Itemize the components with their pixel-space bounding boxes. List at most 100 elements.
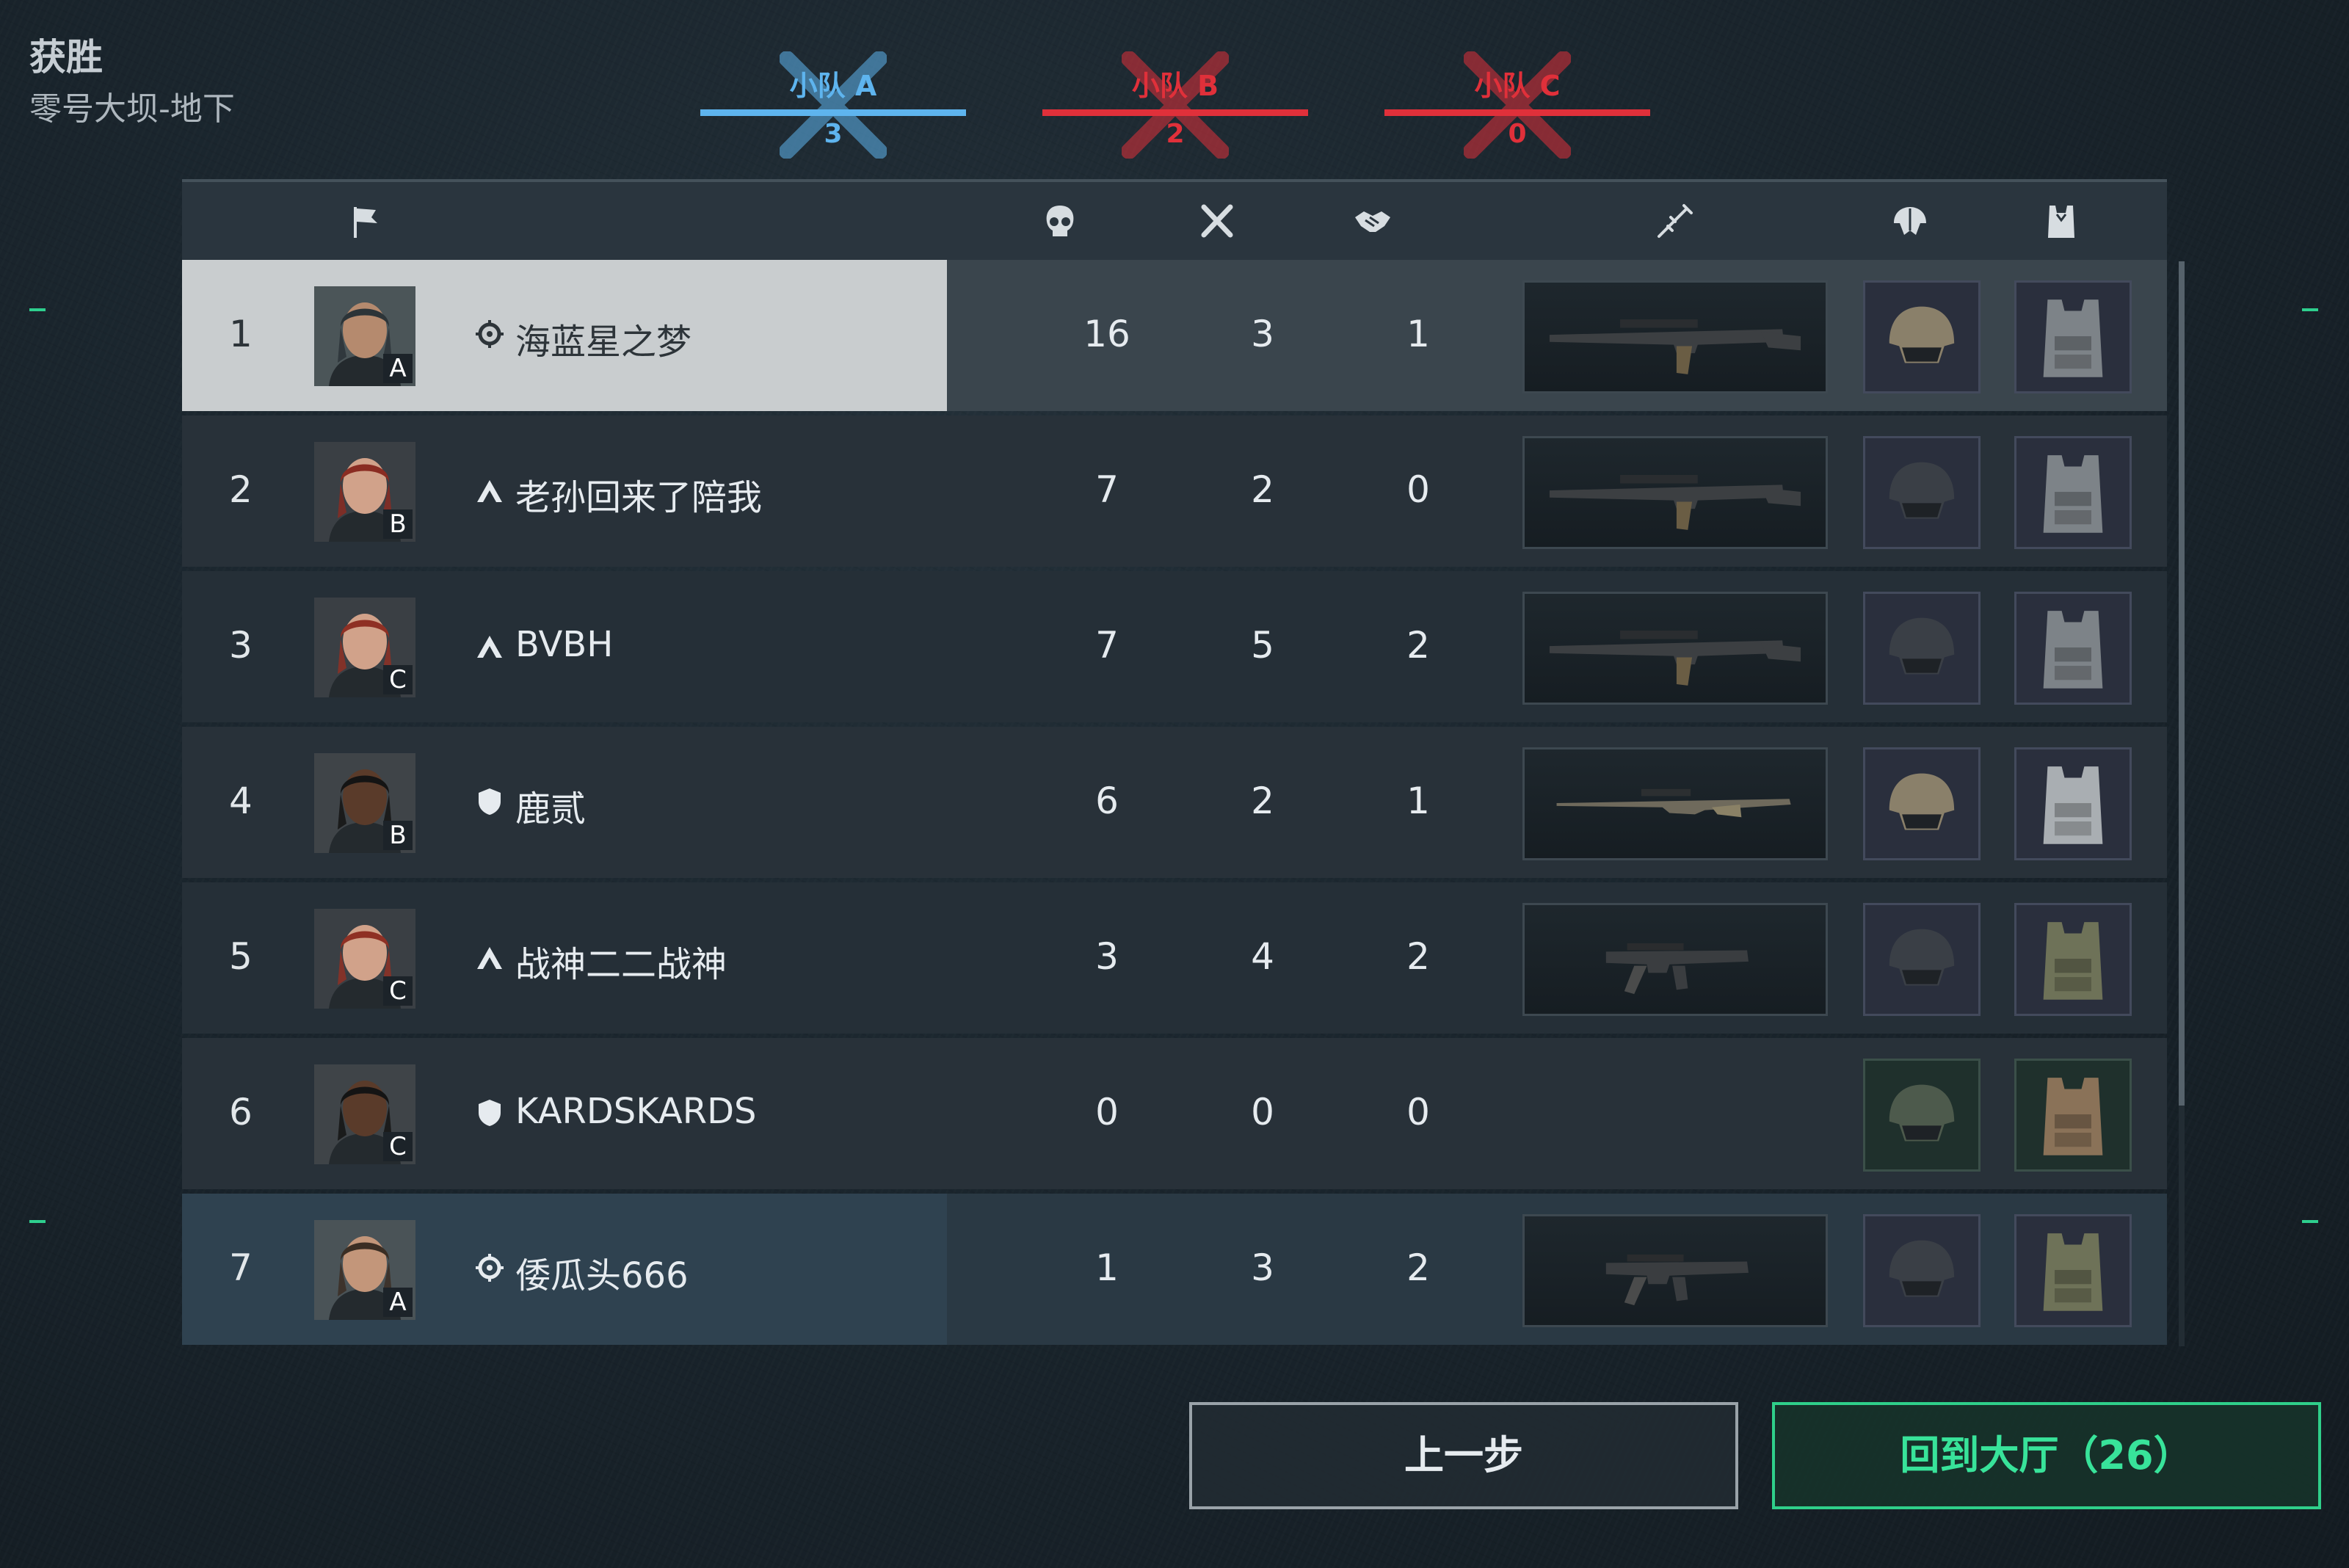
crosshair-badge-icon bbox=[474, 1252, 505, 1283]
weapon-slot[interactable] bbox=[1522, 1214, 1828, 1327]
avatar: A bbox=[314, 1220, 415, 1320]
squad-letter: B bbox=[383, 821, 413, 850]
chevron-badge-icon bbox=[474, 474, 505, 505]
weapon-slot[interactable] bbox=[1522, 903, 1828, 1016]
player-row[interactable]: 6 C KARDSKARDS 0 0 0 bbox=[182, 1038, 2167, 1189]
player-row[interactable]: 5 C 战神二二战神 3 4 2 bbox=[182, 882, 2167, 1034]
avatar: C bbox=[314, 598, 415, 697]
vest-slot[interactable] bbox=[2014, 436, 2132, 549]
player-row[interactable]: 1 A 海蓝星之梦 16 3 1 bbox=[182, 260, 2167, 411]
return-to-lobby-button[interactable]: 回到大厅（26） bbox=[1772, 1402, 2321, 1509]
crosshair-badge-icon bbox=[474, 319, 505, 349]
team-tab-0[interactable]: 小队 A 3 bbox=[700, 51, 966, 161]
squad-letter: C bbox=[383, 1132, 413, 1161]
helmet-slot[interactable] bbox=[1863, 903, 1981, 1016]
assist-count: 2 bbox=[1406, 1246, 1430, 1289]
scoreboard-header bbox=[182, 179, 2167, 260]
avatar: A bbox=[314, 286, 415, 386]
flag-icon bbox=[354, 207, 377, 238]
player-rank: 2 bbox=[229, 468, 253, 511]
helmet-slot[interactable] bbox=[1863, 592, 1981, 705]
assist-count: 2 bbox=[1406, 624, 1430, 667]
team-name: 小队 C bbox=[1474, 70, 1561, 102]
weapon-slot[interactable] bbox=[1522, 280, 1828, 393]
player-info: 3 C BVBH bbox=[182, 571, 947, 722]
player-rank: 7 bbox=[229, 1246, 253, 1289]
team-score: 3 bbox=[824, 119, 843, 149]
kill-count: 16 bbox=[1083, 313, 1130, 355]
weapon-slot[interactable] bbox=[1522, 747, 1828, 860]
weapon-slot[interactable] bbox=[1522, 436, 1828, 549]
kill-count: 7 bbox=[1095, 624, 1119, 667]
scrollbar-thumb[interactable] bbox=[2179, 261, 2185, 1106]
chevron-badge-icon bbox=[474, 941, 505, 972]
player-row[interactable]: 4 B 鹿贰 6 2 1 bbox=[182, 727, 2167, 878]
previous-step-label: 上一步 bbox=[1404, 1432, 1523, 1478]
player-info: 4 B 鹿贰 bbox=[182, 727, 947, 878]
team-bar bbox=[1042, 109, 1308, 116]
player-rank: 4 bbox=[229, 780, 253, 822]
handshake-icon bbox=[1355, 211, 1390, 232]
vest-icon bbox=[2048, 206, 2074, 238]
player-name: KARDSKARDS bbox=[515, 1091, 757, 1132]
vest-slot[interactable] bbox=[2014, 747, 2132, 860]
return-to-lobby-label: 回到大厅（26） bbox=[1900, 1432, 2193, 1478]
death-count: 3 bbox=[1251, 1246, 1274, 1289]
team-tab-2[interactable]: 小队 C 0 bbox=[1384, 51, 1650, 161]
player-rank: 1 bbox=[229, 313, 253, 355]
player-row[interactable]: 3 C BVBH 7 5 2 bbox=[182, 571, 2167, 722]
kill-count: 7 bbox=[1095, 468, 1119, 511]
scrollbar[interactable] bbox=[2179, 261, 2185, 1346]
helmet-slot[interactable] bbox=[1863, 1214, 1981, 1327]
previous-step-button[interactable]: 上一步 bbox=[1189, 1402, 1738, 1509]
assist-count: 1 bbox=[1406, 313, 1430, 355]
kill-count: 3 bbox=[1095, 935, 1119, 978]
death-count: 2 bbox=[1251, 468, 1274, 511]
player-info: 5 C 战神二二战神 bbox=[182, 882, 947, 1034]
team-name: 小队 B bbox=[1131, 70, 1219, 102]
vest-slot[interactable] bbox=[2014, 903, 2132, 1016]
player-name: 鹿贰 bbox=[515, 788, 587, 830]
team-bar bbox=[1384, 109, 1650, 116]
death-count: 4 bbox=[1251, 935, 1274, 978]
scoreboard: 1 A 海蓝星之梦 16 3 1 2 B 老孙回来了陪我 7 2 0 3 C BVBH 7 5 2 4 B 鹿贰 6 2 1 5… bbox=[182, 179, 2167, 1346]
player-name: 老孙回来了陪我 bbox=[515, 477, 763, 518]
vest-slot[interactable] bbox=[2014, 1214, 2132, 1327]
helmet-slot[interactable] bbox=[1863, 436, 1981, 549]
death-count: 2 bbox=[1251, 780, 1274, 822]
player-row[interactable]: 7 A 倭瓜头666 1 3 2 bbox=[182, 1194, 2167, 1345]
assist-count: 2 bbox=[1406, 935, 1430, 978]
death-count: 5 bbox=[1251, 624, 1274, 667]
vest-slot[interactable] bbox=[2014, 592, 2132, 705]
crossed-swords-icon bbox=[1201, 204, 1233, 238]
squad-letter: B bbox=[383, 509, 413, 539]
player-name: 海蓝星之梦 bbox=[515, 322, 692, 363]
death-count: 0 bbox=[1251, 1091, 1274, 1133]
hud-mark bbox=[2302, 1220, 2318, 1223]
team-bar bbox=[700, 109, 966, 116]
vest-slot[interactable] bbox=[2014, 280, 2132, 393]
assist-count: 0 bbox=[1406, 1091, 1430, 1133]
player-rank: 6 bbox=[229, 1091, 253, 1133]
helmet-slot[interactable] bbox=[1863, 280, 1981, 393]
player-name: BVBH bbox=[515, 624, 614, 665]
vest-slot[interactable] bbox=[2014, 1059, 2132, 1172]
player-info: 7 A 倭瓜头666 bbox=[182, 1194, 947, 1345]
kill-count: 6 bbox=[1095, 780, 1119, 822]
weapon-slot[interactable] bbox=[1522, 592, 1828, 705]
player-info: 6 C KARDSKARDS bbox=[182, 1038, 947, 1189]
shield-badge-icon bbox=[474, 1097, 505, 1128]
helmet-slot[interactable] bbox=[1863, 747, 1981, 860]
kill-count: 0 bbox=[1095, 1091, 1119, 1133]
team-tab-1[interactable]: 小队 B 2 bbox=[1042, 51, 1308, 161]
hud-mark bbox=[2302, 308, 2318, 311]
player-name: 倭瓜头666 bbox=[515, 1255, 689, 1296]
player-info: 2 B 老孙回来了陪我 bbox=[182, 415, 947, 567]
match-result: 获胜 bbox=[29, 36, 103, 79]
shield-badge-icon bbox=[474, 785, 505, 816]
helmet-icon bbox=[1894, 207, 1926, 235]
map-name: 零号大坝-地下 bbox=[29, 90, 235, 128]
helmet-slot[interactable] bbox=[1863, 1059, 1981, 1172]
player-row[interactable]: 2 B 老孙回来了陪我 7 2 0 bbox=[182, 415, 2167, 567]
team-name: 小队 A bbox=[789, 70, 877, 102]
